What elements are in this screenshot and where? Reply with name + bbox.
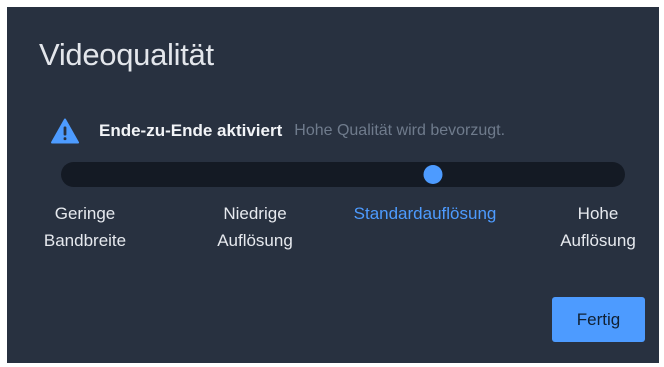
warning-triangle-icon: [51, 118, 79, 144]
dialog-title: Videoqualität: [39, 37, 214, 72]
quality-stop-label-0[interactable]: Geringe Bandbreite: [44, 200, 126, 254]
quality-slider-thumb[interactable]: [423, 165, 443, 184]
quality-stop-label-3[interactable]: Hohe Auflösung: [560, 200, 636, 254]
notice-description: Hohe Qualität wird bevorzugt.: [294, 122, 506, 139]
e2e-notice: Ende-zu-Ende aktiviert Hohe Qualität wir…: [51, 113, 505, 149]
quality-stop-label-2[interactable]: Standardauflösung: [354, 200, 497, 227]
quality-slider-track[interactable]: [61, 162, 625, 187]
done-button[interactable]: Fertig: [552, 297, 645, 342]
notice-title: Ende-zu-Ende aktiviert: [99, 121, 283, 140]
quality-stop-label-1[interactable]: Niedrige Auflösung: [217, 200, 293, 254]
video-quality-dialog: Videoqualität Ende-zu-Ende aktiviert Hoh…: [7, 7, 659, 363]
